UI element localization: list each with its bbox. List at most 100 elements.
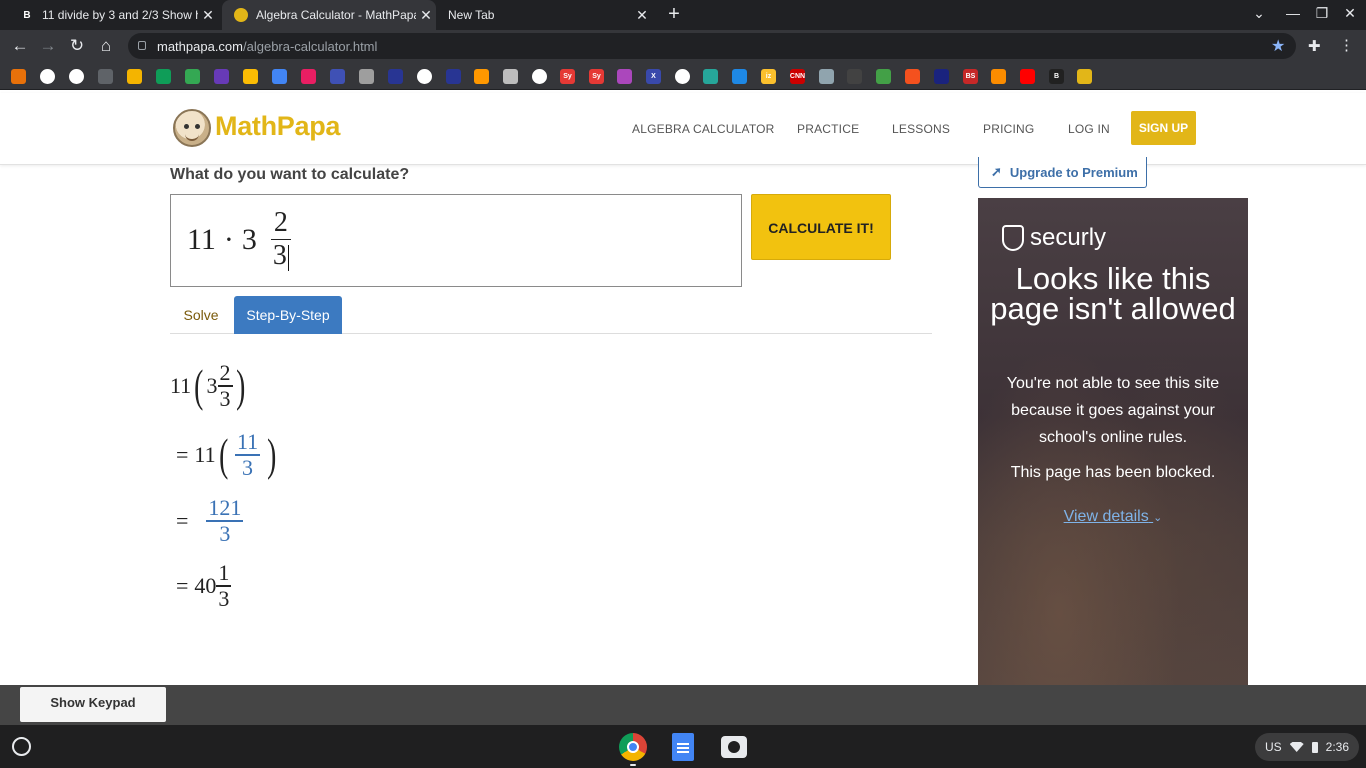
browser-toolbar: ← → ↻ ⌂ mathpapa.com/algebra-calculator.… [0, 30, 1366, 62]
tab-mathpapa[interactable]: Algebra Calculator - MathPapa ✕ [222, 0, 436, 30]
soccer-icon[interactable] [503, 69, 518, 84]
chevron-down-icon: ⌄ [1153, 512, 1163, 524]
fraction-numerator: 11 [236, 429, 259, 455]
sy-icon[interactable]: Sy [589, 69, 604, 84]
fraction-numerator: 2 [219, 360, 231, 386]
upgrade-premium-button[interactable]: ➚ Upgrade to Premium [978, 157, 1147, 188]
new-tab-button[interactable]: + [663, 3, 685, 25]
app-navy-icon[interactable] [446, 69, 461, 84]
show-keypad-button[interactable]: Show Keypad [20, 687, 166, 722]
profile-icon[interactable]: ⌄ [1249, 5, 1269, 22]
paren-right: ) [235, 360, 245, 411]
url-text: mathpapa.com/algebra-calculator.html [157, 39, 378, 54]
tab-label: New Tab [448, 8, 495, 22]
iz-icon[interactable]: iz [761, 69, 776, 84]
mathpapa-icon[interactable] [1077, 69, 1092, 84]
input-expression: 11 · 3 2 3 [187, 206, 291, 272]
menu-kebab-icon[interactable]: ⋮ [1339, 36, 1354, 54]
globe-icon[interactable] [98, 69, 113, 84]
docs-app-icon[interactable] [672, 733, 694, 761]
equals-sign: = [176, 573, 189, 598]
camera-app-icon[interactable] [721, 736, 747, 758]
tab-solve[interactable]: Solve [170, 296, 232, 334]
view-details-label: View details [1063, 508, 1149, 525]
view-details-link[interactable]: View details ⌄ [998, 508, 1228, 526]
blocked-message: You're not able to see this site because… [1006, 375, 1220, 446]
x-icon[interactable]: X [646, 69, 661, 84]
home-icon[interactable]: ⌂ [95, 35, 117, 57]
active-app-indicator [630, 764, 636, 766]
nav-log-in[interactable]: LOG IN [1068, 122, 1110, 136]
globe-icon[interactable] [532, 69, 547, 84]
calculate-button[interactable]: CALCULATE IT! [751, 194, 891, 260]
blocked-status: This page has been blocked. [1010, 464, 1216, 481]
blocked-headline: Looks like this page isn't allowed [990, 261, 1236, 326]
google-icon[interactable] [40, 69, 55, 84]
app-navy-icon[interactable] [388, 69, 403, 84]
cat-icon[interactable] [359, 69, 374, 84]
shield-green-icon[interactable] [156, 69, 171, 84]
check-icon[interactable] [876, 69, 891, 84]
close-icon[interactable]: ✕ [198, 7, 218, 24]
pac-icon[interactable] [991, 69, 1006, 84]
extensions-puzzle-icon[interactable]: ✚ [1308, 37, 1321, 55]
math-input[interactable]: 11 · 3 2 3 [170, 194, 742, 287]
securly-brand: securly [1002, 224, 1106, 252]
link-icon[interactable] [301, 69, 316, 84]
bs-icon[interactable]: BS [963, 69, 978, 84]
cnn-icon[interactable]: CNN [790, 69, 805, 84]
close-icon[interactable]: ✕ [632, 7, 652, 24]
bookmark-orange-icon[interactable] [11, 69, 26, 84]
battery-icon [1311, 741, 1318, 753]
tab-step-by-step[interactable]: Step-By-Step [234, 296, 342, 334]
restore-icon[interactable]: ❐ [1312, 5, 1332, 22]
google-icon[interactable] [69, 69, 84, 84]
keypad-bar [0, 685, 1366, 725]
minimize-icon[interactable]: — [1283, 5, 1303, 21]
book-icon[interactable] [732, 69, 747, 84]
fraction-denominator: 3 [242, 454, 254, 480]
classroom-icon[interactable] [127, 69, 142, 84]
reload-icon[interactable]: ↻ [66, 35, 88, 57]
mathpapa-logo-icon[interactable] [173, 109, 211, 147]
ninja-icon[interactable] [847, 69, 862, 84]
colorful-icon[interactable] [474, 69, 489, 84]
youtube-icon[interactable] [1020, 69, 1035, 84]
chrome-app-icon[interactable] [619, 733, 647, 761]
app-purple-icon[interactable] [214, 69, 229, 84]
google-icon[interactable] [675, 69, 690, 84]
status-tray[interactable]: US 2:36 [1255, 733, 1359, 761]
nav-practice[interactable]: PRACTICE [797, 122, 859, 136]
grid-icon[interactable] [272, 69, 287, 84]
tab-new[interactable]: New Tab ✕ [436, 0, 652, 30]
nav-pricing[interactable]: PRICING [983, 122, 1034, 136]
step-4: = 40 1 3 [170, 558, 232, 614]
bookmark-star-icon[interactable]: ★ [1271, 36, 1285, 56]
forward-arrow-icon[interactable]: → [37, 35, 59, 57]
nav-algebra-calculator[interactable]: ALGEBRA CALCULATOR [632, 122, 775, 136]
pencil-icon[interactable] [243, 69, 258, 84]
app-navy-icon[interactable] [934, 69, 949, 84]
thumb-icon[interactable] [905, 69, 920, 84]
close-icon[interactable]: ✕ [416, 7, 436, 24]
close-window-icon[interactable]: ✕ [1340, 5, 1360, 22]
launcher-icon[interactable] [12, 737, 31, 756]
nav-lessons[interactable]: LESSONS [892, 122, 950, 136]
leaf-icon[interactable] [703, 69, 718, 84]
app-icon[interactable] [617, 69, 632, 84]
clock-time: 2:36 [1325, 740, 1350, 754]
wifi-icon [1289, 742, 1304, 752]
globe-icon[interactable] [417, 69, 432, 84]
address-bar[interactable]: mathpapa.com/algebra-calculator.html [128, 33, 1296, 59]
pen-icon[interactable] [819, 69, 834, 84]
back-arrow-icon[interactable]: ← [9, 35, 31, 57]
tab-search[interactable]: B 11 divide by 3 and 2/3 Show ho ✕ [8, 0, 218, 30]
fraction-numerator: 2 [273, 206, 288, 238]
b-icon[interactable]: B [1049, 69, 1064, 84]
sign-up-button[interactable]: SIGN UP [1131, 111, 1196, 145]
input-fraction: 2 3 [270, 206, 291, 272]
site-logo-text[interactable]: MathPapa [215, 111, 340, 142]
sy-icon[interactable]: Sy [560, 69, 575, 84]
chart-icon[interactable] [185, 69, 200, 84]
app-dark-icon[interactable] [330, 69, 345, 84]
